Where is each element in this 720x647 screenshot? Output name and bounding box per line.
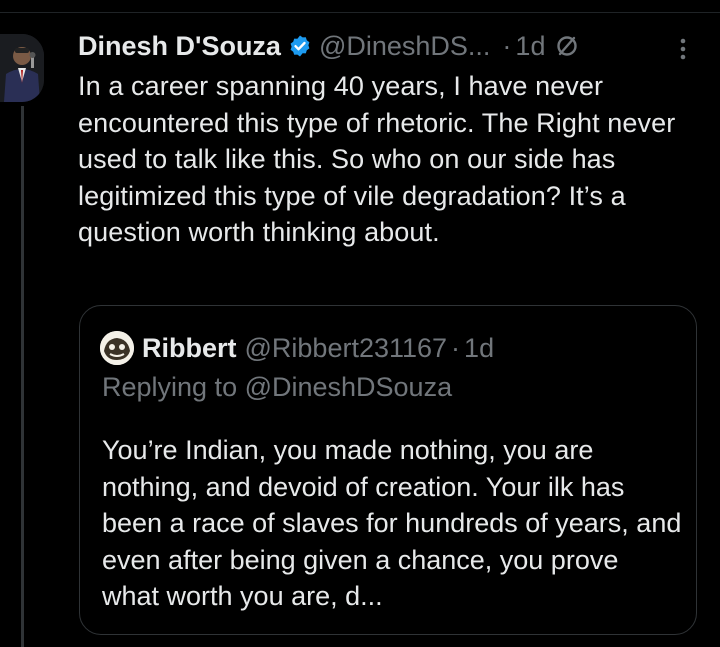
verified-badge-icon [288, 34, 312, 58]
timestamp[interactable]: 1d [515, 31, 545, 62]
thread-line [21, 106, 24, 647]
quote-avatar [100, 331, 134, 365]
no-sign-icon [555, 34, 579, 58]
avatar[interactable] [0, 34, 44, 102]
handle[interactable]: @DineshDS... [319, 31, 490, 62]
display-name[interactable]: Dinesh D'Souza [78, 31, 281, 62]
tweet[interactable]: Dinesh D'Souza @DineshDS... · 1d In a ca… [78, 24, 708, 251]
quote-tweet[interactable]: Ribbert @Ribbert231167 · 1d Replying to … [79, 305, 697, 635]
quote-header: Ribbert @Ribbert231167 · 1d [100, 328, 494, 368]
more-options-icon[interactable] [674, 36, 692, 62]
replying-to[interactable]: Replying to @DineshDSouza [102, 372, 452, 403]
quote-handle[interactable]: @Ribbert231167 [245, 333, 448, 364]
top-divider [0, 12, 720, 13]
quote-timestamp[interactable]: 1d [464, 333, 494, 364]
quote-text: You’re Indian, you made nothing, you are… [102, 435, 682, 611]
separator-dot: · [502, 30, 512, 61]
quote-display-name[interactable]: Ribbert [142, 333, 237, 364]
tweet-header: Dinesh D'Souza @DineshDS... · 1d [78, 24, 708, 68]
quote-separator-dot: · [451, 332, 461, 363]
tweet-text: In a career spanning 40 years, I have ne… [78, 71, 676, 247]
